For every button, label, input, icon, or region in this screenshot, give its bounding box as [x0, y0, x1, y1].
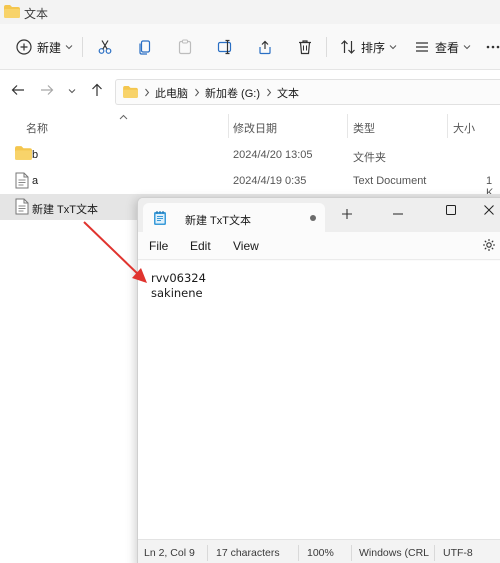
file-modified: 2024/4/19 0:35 — [233, 175, 307, 187]
new-button[interactable]: 新建 — [16, 37, 73, 57]
column-header-name[interactable]: 名称 — [26, 120, 48, 136]
menu-view[interactable]: View — [233, 239, 259, 253]
file-name: a — [32, 175, 39, 187]
explorer-title-bar: 文本 — [0, 0, 500, 24]
rename-icon — [217, 39, 233, 55]
share-icon — [257, 39, 273, 55]
column-header-type[interactable]: 类型 — [353, 120, 375, 136]
breadcrumb-current-folder[interactable]: 文本 — [277, 85, 299, 101]
maximize-icon[interactable] — [445, 204, 457, 216]
file-name: b — [32, 149, 39, 161]
folder-icon — [4, 5, 20, 18]
column-divider[interactable] — [347, 114, 348, 138]
window-title: 文本 — [24, 7, 49, 21]
text-editor-area[interactable]: rvv06324 sakinene — [138, 261, 500, 539]
breadcrumb-this-pc[interactable]: 此电脑 — [155, 85, 188, 101]
unsaved-indicator-dot — [310, 215, 316, 221]
view-button[interactable]: 查看 — [414, 37, 471, 57]
copy-icon — [137, 39, 153, 55]
view-label: 查看 — [435, 40, 460, 55]
text-file-icon — [15, 172, 29, 189]
notepad-icon — [153, 210, 167, 226]
share-button[interactable] — [257, 37, 273, 57]
more-options-button[interactable] — [486, 37, 500, 57]
status-divider — [351, 545, 352, 561]
status-divider — [434, 545, 435, 561]
text-line: rvv06324 — [151, 271, 206, 285]
status-divider — [207, 545, 208, 561]
sort-button[interactable]: 排序 — [340, 37, 397, 57]
toolbar-divider — [82, 37, 83, 57]
text-line: sakinene — [151, 286, 203, 300]
encoding[interactable]: UTF-8 — [443, 547, 473, 559]
sort-ascending-icon — [119, 114, 128, 120]
file-type: 文件夹 — [353, 152, 386, 164]
sort-icon — [340, 39, 356, 55]
notepad-window: 新建 TxT文本 File Edit View rvv06324 sakinen… — [137, 197, 500, 563]
folder-icon — [123, 86, 138, 98]
column-divider[interactable] — [447, 114, 448, 138]
toolbar-divider — [326, 37, 327, 57]
new-label: 新建 — [37, 40, 62, 55]
notepad-title-bar[interactable]: 新建 TxT文本 — [138, 198, 500, 233]
notepad-status-bar: Ln 2, Col 9 17 characters 100% Windows (… — [138, 539, 500, 563]
gear-icon[interactable] — [482, 238, 496, 252]
file-type: Text Document — [353, 175, 427, 187]
close-icon[interactable] — [483, 204, 495, 216]
line-ending[interactable]: Windows (CRLF) — [359, 547, 429, 559]
menu-edit[interactable]: Edit — [190, 239, 211, 253]
menu-file[interactable]: File — [149, 239, 168, 253]
breadcrumb-separator-icon — [194, 88, 200, 97]
column-header-modified[interactable]: 修改日期 — [233, 120, 277, 136]
scissors-icon — [97, 39, 113, 55]
text-file-icon — [15, 198, 29, 215]
trash-icon — [297, 39, 313, 55]
delete-button[interactable] — [297, 37, 313, 57]
chevron-down-icon — [65, 44, 73, 50]
sort-label: 排序 — [361, 40, 386, 55]
tab-title: 新建 TxT文本 — [185, 215, 251, 227]
clipboard-icon — [177, 39, 193, 55]
folder-icon — [15, 146, 32, 160]
command-bar: 新建 排序 查看 — [0, 24, 500, 70]
minimize-icon[interactable] — [392, 208, 404, 220]
character-count: 17 characters — [216, 547, 280, 559]
more-dots-icon — [486, 45, 500, 49]
back-arrow-icon[interactable] — [11, 83, 25, 97]
paste-button[interactable] — [177, 37, 193, 57]
notepad-menu-bar: File Edit View — [138, 232, 500, 260]
recent-locations-chevron-icon[interactable] — [68, 88, 76, 94]
breadcrumb-drive[interactable]: 新加卷 (G:) — [205, 85, 260, 101]
file-name: 新建 TxT文本 — [32, 204, 98, 216]
cut-button[interactable] — [97, 37, 113, 57]
column-header-size[interactable]: 大小 — [453, 120, 475, 136]
up-arrow-icon[interactable] — [90, 83, 104, 97]
file-modified: 2024/4/20 13:05 — [233, 149, 313, 161]
breadcrumb-separator-icon — [144, 88, 150, 97]
zoom-level[interactable]: 100% — [307, 547, 334, 559]
list-view-icon — [414, 39, 430, 55]
address-bar[interactable]: 此电脑 新加卷 (G:) 文本 — [115, 79, 500, 105]
notepad-tab[interactable]: 新建 TxT文本 — [143, 203, 325, 233]
cursor-position: Ln 2, Col 9 — [144, 547, 195, 559]
chevron-down-icon — [463, 44, 471, 50]
column-divider[interactable] — [228, 114, 229, 138]
chevron-down-icon — [389, 44, 397, 50]
new-tab-plus-icon[interactable] — [340, 207, 354, 221]
breadcrumb-separator-icon — [266, 88, 272, 97]
copy-button[interactable] — [137, 37, 153, 57]
plus-circle-icon — [16, 39, 32, 55]
status-divider — [298, 545, 299, 561]
rename-button[interactable] — [217, 37, 233, 57]
file-row[interactable]: b 2024/4/20 13:05 文件夹 — [0, 142, 500, 168]
file-row[interactable]: a 2024/4/19 0:35 Text Document 1 K — [0, 168, 500, 199]
forward-arrow-icon[interactable] — [40, 83, 54, 97]
